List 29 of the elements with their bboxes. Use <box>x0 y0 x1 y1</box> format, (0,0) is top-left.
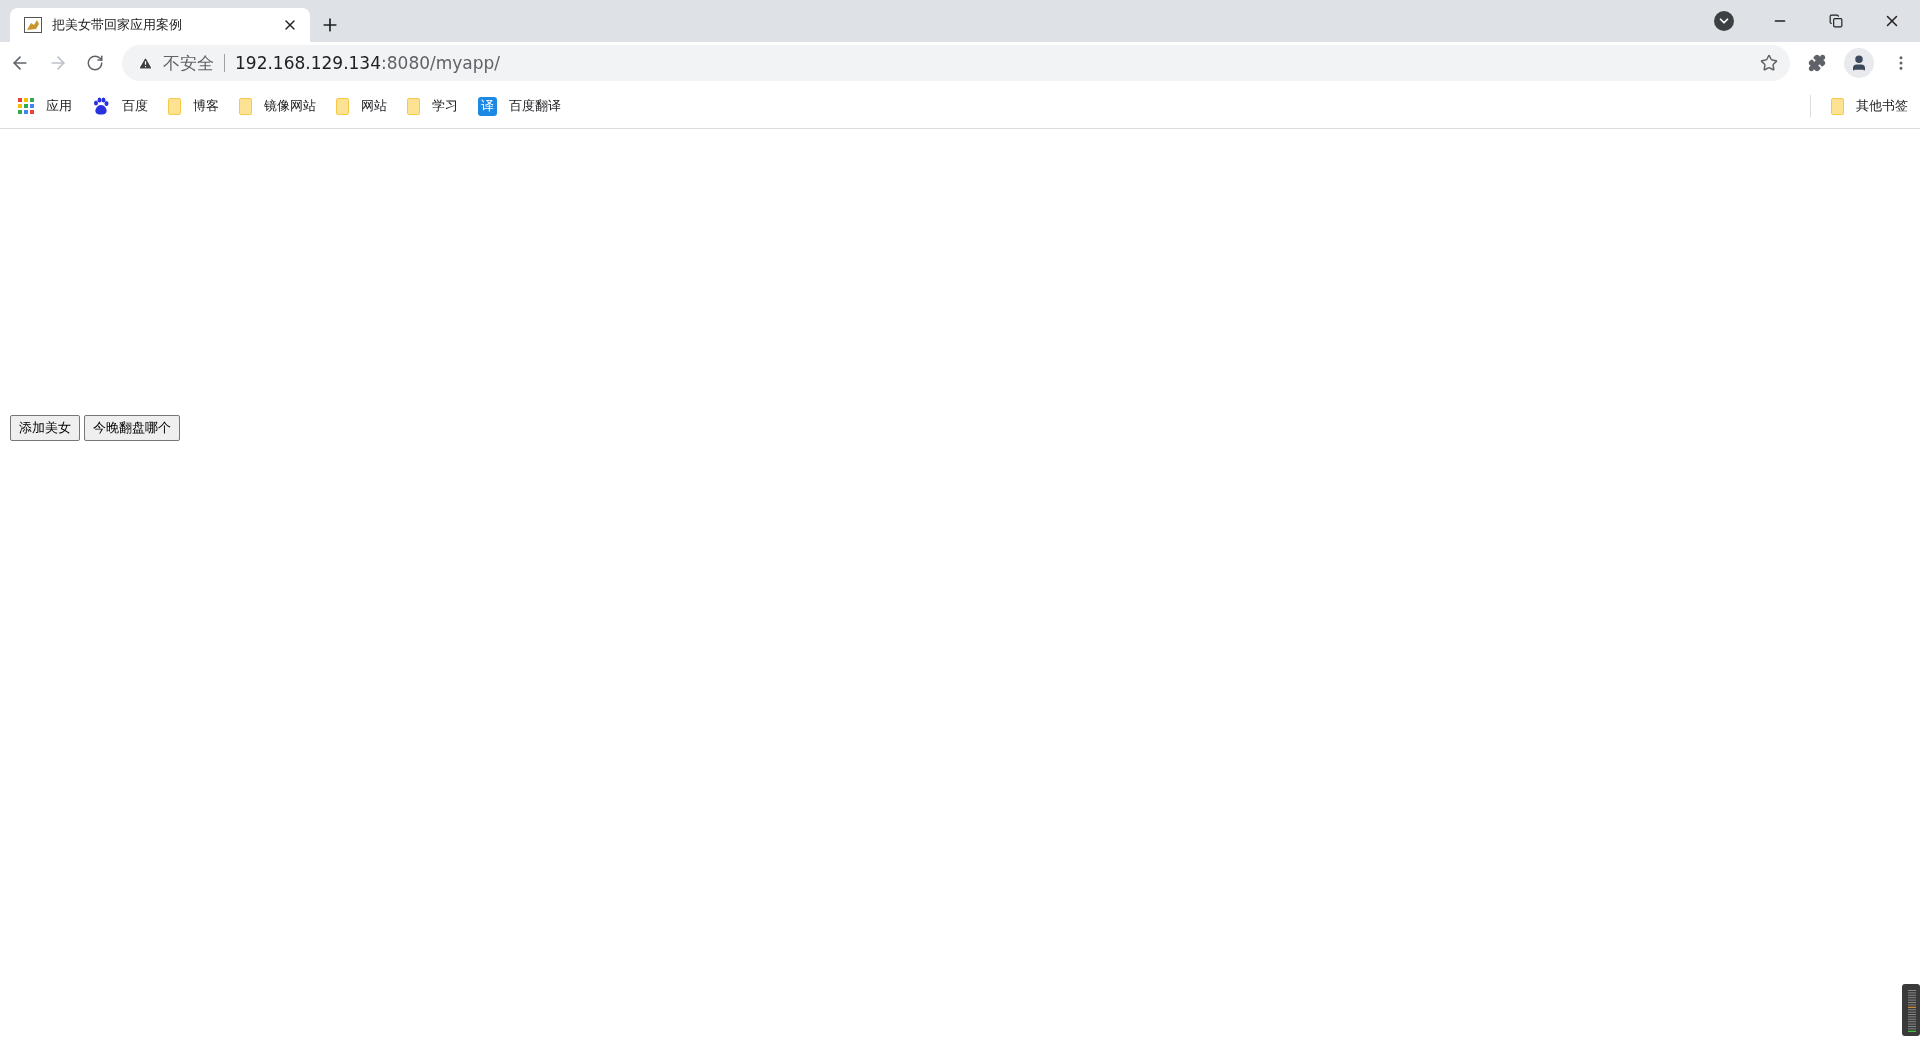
bookmark-item[interactable]: 百度 <box>92 97 148 115</box>
apps-grid-icon <box>18 98 34 114</box>
browser-tab[interactable]: 把美女带回家应用案例 <box>10 8 310 42</box>
star-icon[interactable] <box>1760 54 1778 72</box>
bookmark-item[interactable]: 译 百度翻译 <box>478 96 561 116</box>
folder-icon <box>1831 97 1844 115</box>
bookmark-item[interactable]: 镜像网站 <box>239 97 316 115</box>
bookmark-item[interactable]: 学习 <box>407 97 458 115</box>
folder-icon <box>407 97 420 115</box>
translate-icon: 译 <box>478 96 497 116</box>
tab-title: 把美女带回家应用案例 <box>52 16 183 34</box>
page-button[interactable]: 添加美女 <box>10 415 80 441</box>
security-label: 不安全 <box>163 51 214 75</box>
profile-avatar[interactable] <box>1844 48 1874 78</box>
warning-icon <box>138 55 153 71</box>
url-text: 192.168.129.134:8080/myapp/ <box>235 53 501 73</box>
folder-icon <box>336 97 349 115</box>
paw-icon <box>92 97 110 115</box>
other-bookmarks[interactable]: 其他书签 <box>1831 97 1908 115</box>
folder-icon <box>239 97 252 115</box>
folder-icon <box>168 97 181 115</box>
bookmark-item[interactable]: 网站 <box>336 97 387 115</box>
puzzle-icon[interactable] <box>1808 54 1826 72</box>
bookmark-item[interactable]: 博客 <box>168 97 219 115</box>
level-meter-drawing <box>1902 984 1920 1036</box>
address-bar[interactable]: 不安全 192.168.129.134:8080/myapp/ <box>122 45 1790 81</box>
page-button[interactable]: 今晚翻盘哪个 <box>84 415 180 441</box>
reload-icon[interactable] <box>86 54 104 72</box>
bookmark-item[interactable]: 应用 <box>18 97 72 115</box>
